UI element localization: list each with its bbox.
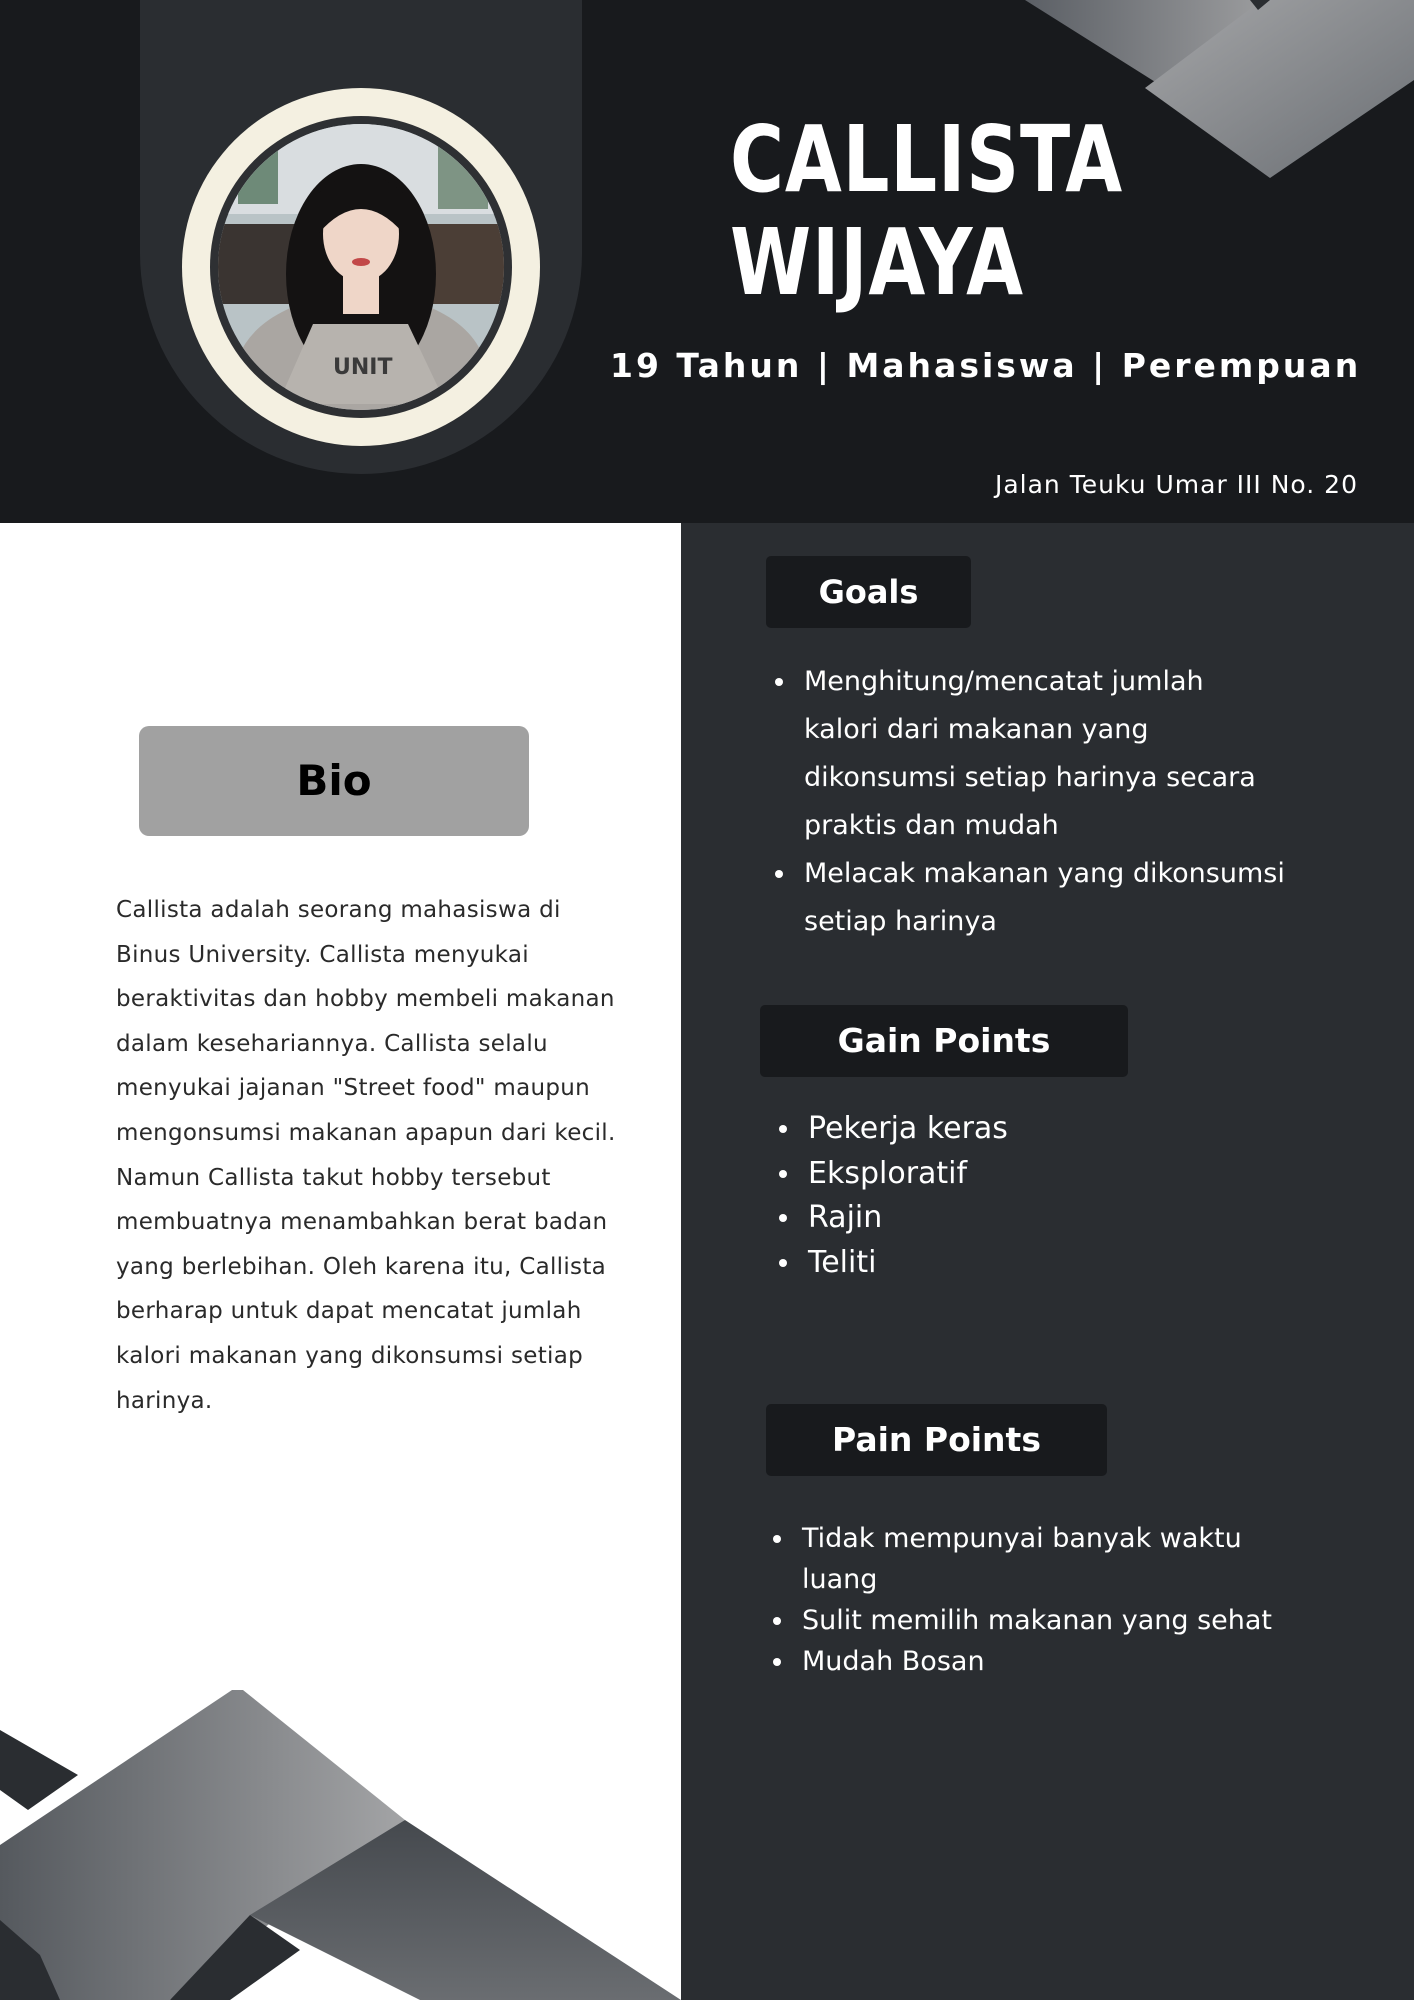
gain-points-item: Teliti: [770, 1241, 1290, 1286]
pain-points-item: Tidak mempunyai banyak waktu luang: [764, 1518, 1324, 1600]
goals-list: Menghitung/mencatat jumlah kalori dari m…: [766, 658, 1286, 946]
gain-points-item: Eksploratif: [770, 1152, 1290, 1197]
pain-points-list: Tidak mempunyai banyak waktu luang Sulit…: [764, 1518, 1324, 1682]
svg-text:UNIT: UNIT: [333, 355, 392, 380]
header-banner: UNIT CALLISTA WIJAYA 19 Tahun | Mahasisw…: [0, 0, 1414, 523]
pain-points-item: Sulit memilih makanan yang sehat: [764, 1600, 1324, 1641]
goals-item: Melacak makanan yang dikonsumsi setiap h…: [766, 850, 1286, 946]
gain-points-item: Rajin: [770, 1196, 1290, 1241]
decorative-stripes-bottom: [0, 1690, 681, 2000]
gain-points-heading: Gain Points: [760, 1005, 1128, 1077]
name-line-2: WIJAYA: [730, 209, 1024, 316]
pain-points-heading: Pain Points: [766, 1404, 1107, 1476]
avatar: UNIT: [218, 124, 504, 410]
gain-points-item: Pekerja keras: [770, 1107, 1290, 1152]
goals-heading: Goals: [766, 556, 971, 628]
persona-details: 19 Tahun | Mahasiswa | Perempuan: [610, 346, 1362, 385]
pain-points-item: Mudah Bosan: [764, 1641, 1324, 1682]
persona-address: Jalan Teuku Umar III No. 20: [994, 470, 1358, 499]
bio-heading: Bio: [139, 726, 529, 836]
avatar-photo: UNIT: [218, 124, 504, 410]
gain-points-list: Pekerja keras Eksploratif Rajin Teliti: [770, 1107, 1290, 1285]
name-line-1: CALLISTA: [730, 106, 1124, 213]
persona-name: CALLISTA WIJAYA: [730, 108, 1123, 314]
bio-text: Callista adalah seorang mahasiswa di Bin…: [116, 897, 616, 1414]
goals-item: Menghitung/mencatat jumlah kalori dari m…: [766, 658, 1286, 850]
